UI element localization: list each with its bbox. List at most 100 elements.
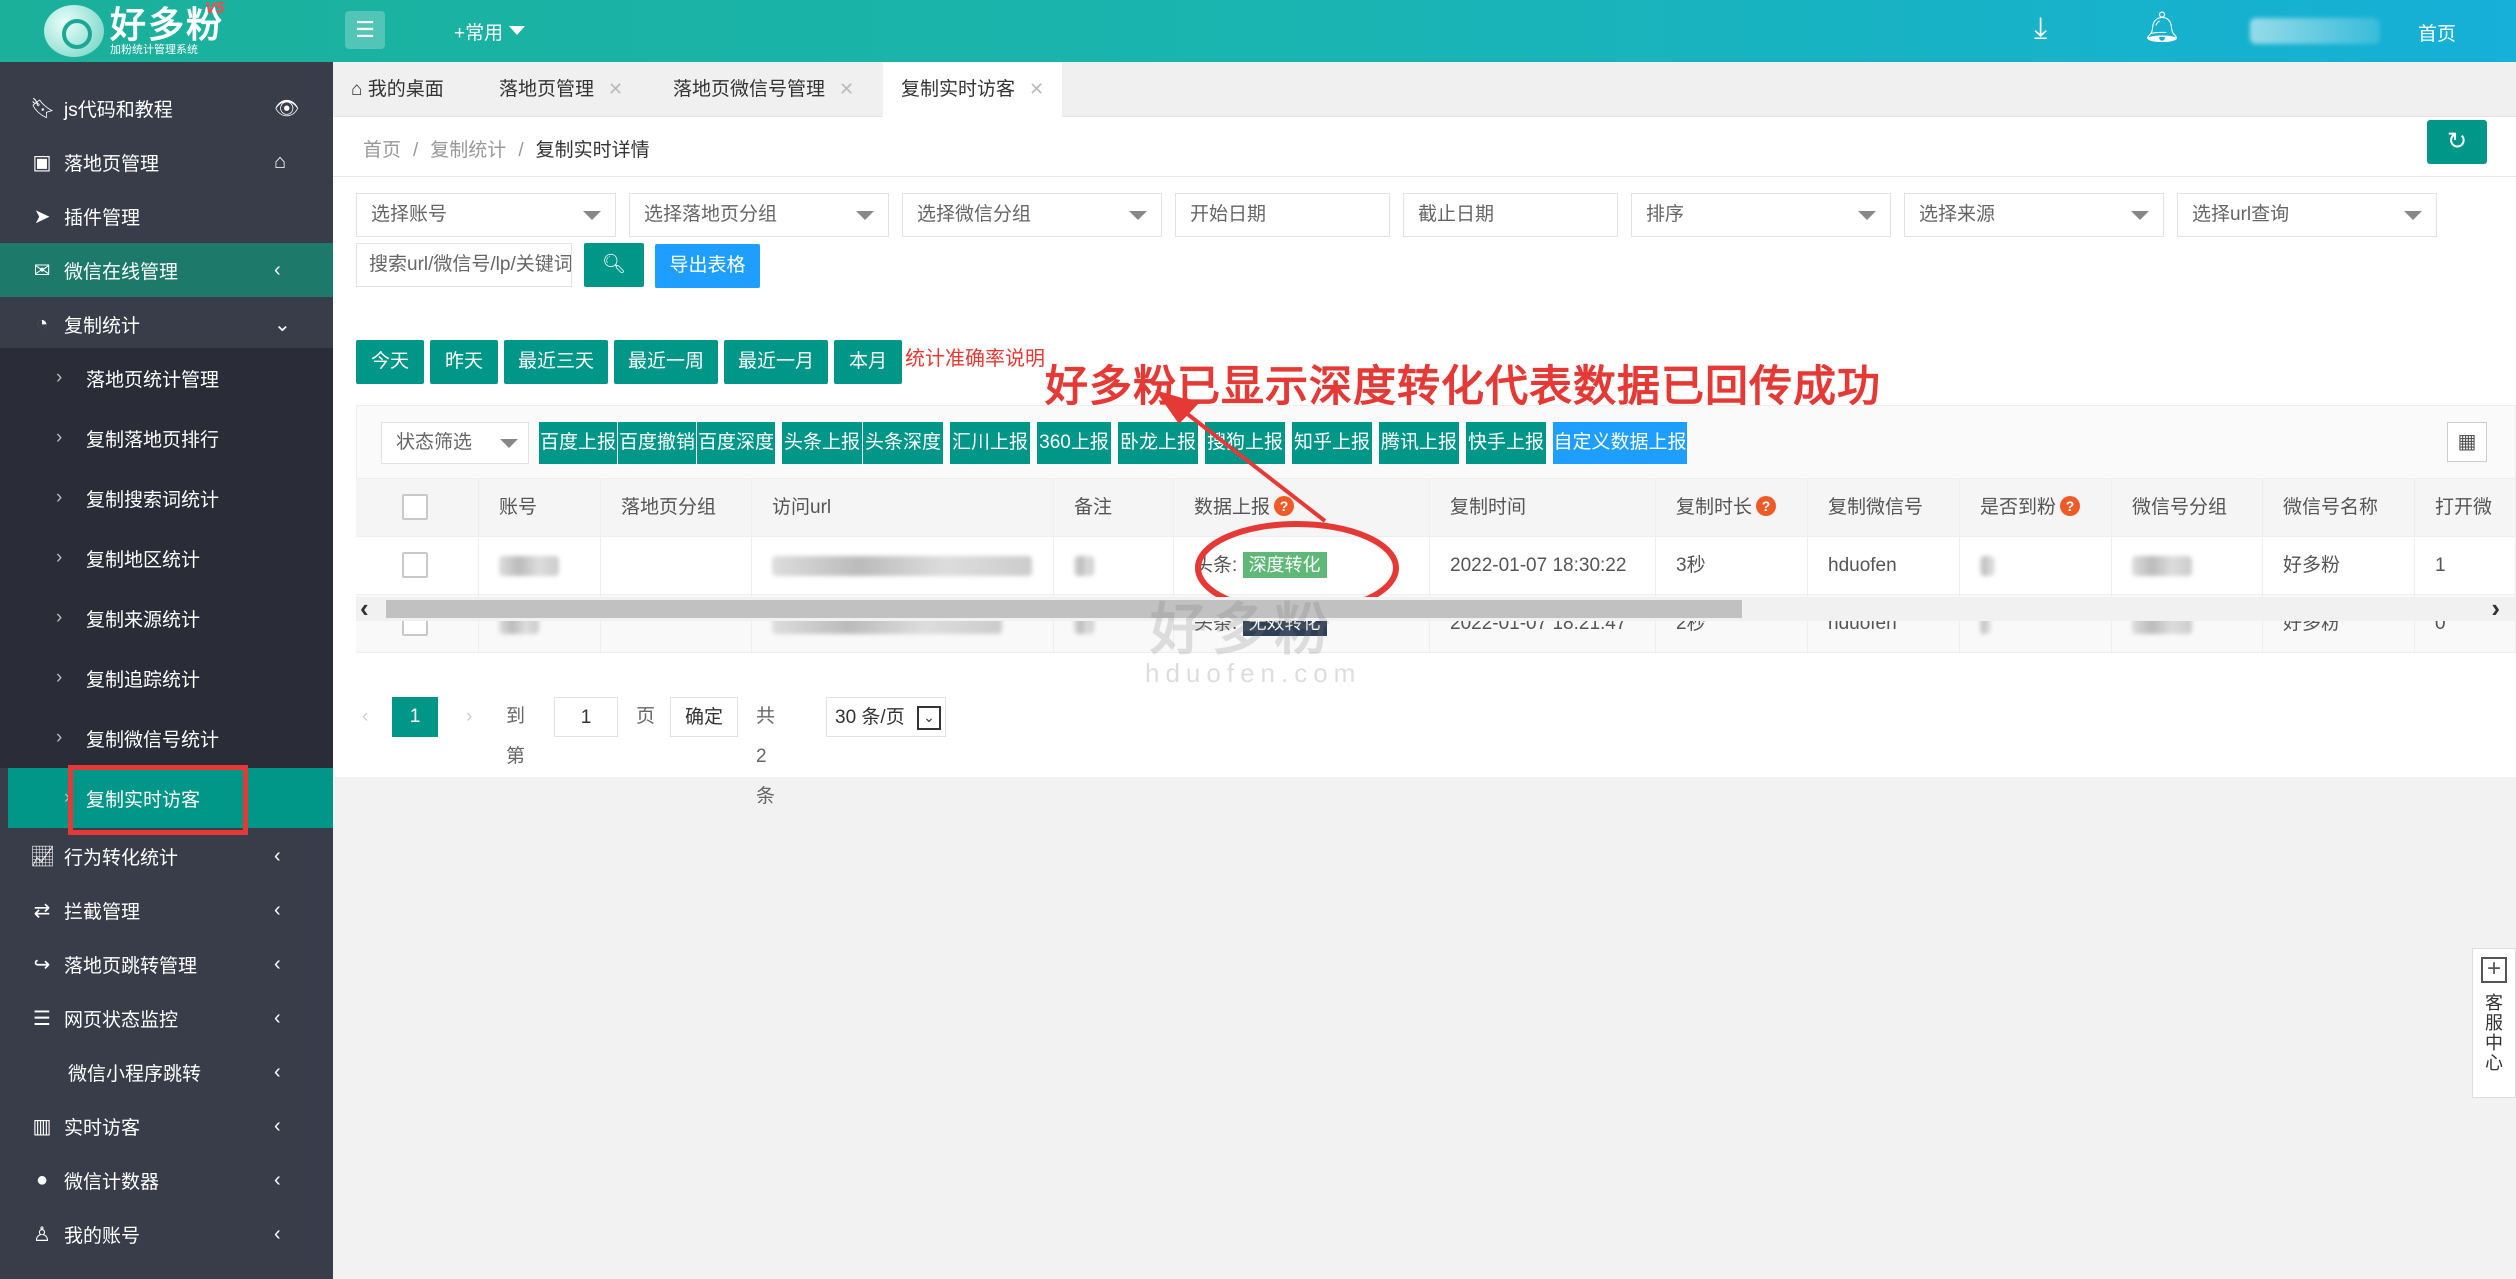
sidebar-item-counter[interactable]: ● 微信计数器 ‹ bbox=[0, 1153, 333, 1207]
sidebar-subitem-tracking[interactable]: › 复制追踪统计 bbox=[0, 648, 333, 708]
sidebar-item-copy-stats[interactable]: ◔ 复制统计 ⌄ bbox=[0, 297, 333, 351]
sidebar-item-monitor[interactable]: ☰ 网页状态监控 ‹ bbox=[0, 991, 333, 1045]
breadcrumb-copy-stats[interactable]: 复制统计 bbox=[430, 140, 506, 161]
sidebar-subitem-source[interactable]: › 复制来源统计 bbox=[0, 588, 333, 648]
prev-page-icon[interactable]: ‹ bbox=[362, 697, 368, 737]
row-select bbox=[356, 537, 479, 595]
sidebar-item-plugins[interactable]: ➤ 插件管理 bbox=[0, 189, 333, 243]
common-menu[interactable]: +常用 bbox=[454, 18, 526, 45]
blurred-value bbox=[1980, 555, 1994, 576]
bell-icon[interactable]: 🔔︎ bbox=[2143, 10, 2181, 45]
sidebar-subitem-search-words[interactable]: › 复制搜索词统计 bbox=[0, 468, 333, 528]
sidebar-subitem-landing-stats[interactable]: › 落地页统计管理 bbox=[0, 348, 333, 408]
help-icon[interactable]: ? bbox=[2060, 496, 2081, 516]
tab-realtime-visitors[interactable]: 复制实时访客 ✕ bbox=[883, 62, 1063, 117]
360-report-button[interactable]: 360上报 bbox=[1037, 422, 1111, 464]
help-icon[interactable]: ? bbox=[1756, 496, 1777, 516]
logo-mark-icon bbox=[44, 5, 104, 57]
help-icon[interactable]: ? bbox=[1274, 496, 1295, 516]
list-icon[interactable]: ☰ bbox=[345, 11, 385, 49]
sidebar-item-js-code[interactable]: 🔖︎ js代码和教程 👁︎ bbox=[0, 81, 333, 135]
customer-service-widget[interactable]: + 客服中心 bbox=[2472, 948, 2516, 1098]
scroll-left-icon[interactable]: ‹ bbox=[360, 593, 369, 624]
baidu-report-button[interactable]: 百度上报 bbox=[539, 422, 617, 464]
sidebar-subitem-wechat-stats[interactable]: › 复制微信号统计 bbox=[0, 708, 333, 768]
sidebar-item-realtime[interactable]: ▥ 实时访客 ‹ bbox=[0, 1099, 333, 1153]
sidebar-item-landing-pages[interactable]: ▣ 落地页管理 ⌂ bbox=[0, 135, 333, 189]
confirm-button[interactable]: 确定 bbox=[670, 697, 738, 737]
search-input[interactable]: 搜索url/微信号/lp/关键词 bbox=[356, 243, 572, 287]
close-icon[interactable]: ✕ bbox=[608, 79, 623, 99]
home-link[interactable]: 首页 bbox=[2418, 19, 2456, 46]
next-page-icon[interactable]: › bbox=[466, 697, 472, 737]
sidebar-subitem-label: 复制搜索词统计 bbox=[86, 489, 220, 511]
sidebar-item-behavior[interactable]: 📈︎ 行为转化统计 ‹ bbox=[0, 829, 333, 883]
wolong-report-button[interactable]: 卧龙上报 bbox=[1118, 422, 1198, 464]
this-month-button[interactable]: 本月 bbox=[834, 340, 902, 384]
zhihu-report-button[interactable]: 知乎上报 bbox=[1292, 422, 1372, 464]
last-month-button[interactable]: 最近一月 bbox=[724, 340, 828, 384]
landing-group-label: 选择落地页分组 bbox=[644, 204, 778, 225]
sidebar-item-miniprogram[interactable]: 微信小程序跳转 ‹ bbox=[0, 1045, 333, 1099]
tab-home[interactable]: ⌂ 我的桌面 bbox=[333, 62, 462, 117]
account-select[interactable]: 选择账号 bbox=[356, 193, 616, 237]
breadcrumb-home[interactable]: 首页 bbox=[363, 140, 401, 161]
kuaishou-report-button[interactable]: 快手上报 bbox=[1466, 422, 1546, 464]
sort-select[interactable]: 排序 bbox=[1631, 193, 1891, 237]
toutiao-report-button[interactable]: 头条上报 bbox=[782, 422, 862, 464]
caret-down-icon bbox=[2404, 211, 2422, 220]
tab-label: 落地页管理 bbox=[499, 79, 595, 100]
sidebar-subitem-landing-rank[interactable]: › 复制落地页排行 bbox=[0, 408, 333, 468]
close-icon[interactable]: ✕ bbox=[839, 79, 854, 99]
landing-group-select[interactable]: 选择落地页分组 bbox=[629, 193, 889, 237]
search-button[interactable]: 🔍︎ bbox=[584, 243, 644, 287]
tab-label: 复制实时访客 bbox=[901, 79, 1016, 100]
sidebar-item-wechat-online[interactable]: ✉ 微信在线管理 ‹ bbox=[0, 243, 333, 297]
user-name-blurred[interactable] bbox=[2250, 18, 2380, 44]
refresh-button[interactable]: ↻ bbox=[2427, 120, 2487, 164]
row-checkbox[interactable] bbox=[402, 552, 428, 578]
last-three-days-button[interactable]: 最近三天 bbox=[504, 340, 608, 384]
url-select[interactable]: 选择url查询 bbox=[2177, 193, 2437, 237]
horizontal-scrollbar[interactable]: ‹ › bbox=[356, 593, 2516, 623]
sidebar-item-intercept[interactable]: ⇄ 拦截管理 ‹ bbox=[0, 883, 333, 937]
page-size-select[interactable]: 30 条/页 ⌄ bbox=[826, 697, 946, 737]
chevron-left-icon: ‹ bbox=[274, 1168, 281, 1191]
sidebar-item-redirect[interactable]: ↪ 落地页跳转管理 ‹ bbox=[0, 937, 333, 991]
export-button[interactable]: 导出表格 bbox=[655, 244, 760, 288]
column-toggle-icon[interactable]: ▦ bbox=[2447, 422, 2487, 462]
cell-copy-time: 2022-01-07 18:30:22 bbox=[1430, 537, 1656, 595]
scrollbar-thumb[interactable] bbox=[386, 600, 1742, 618]
download-icon[interactable]: ⤓ bbox=[2034, 12, 2047, 46]
breadcrumb: 首页 / 复制统计 / 复制实时详情 bbox=[363, 135, 650, 162]
sidebar-item-account[interactable]: ♙ 我的账号 ‹ bbox=[0, 1207, 333, 1261]
end-date-input[interactable]: 截止日期 bbox=[1403, 193, 1618, 237]
start-date-input[interactable]: 开始日期 bbox=[1175, 193, 1390, 237]
sidebar-subitem-region[interactable]: › 复制地区统计 bbox=[0, 528, 333, 588]
tencent-report-button[interactable]: 腾讯上报 bbox=[1379, 422, 1459, 464]
wechat-group-select[interactable]: 选择微信分组 bbox=[902, 193, 1162, 237]
close-icon[interactable]: ✕ bbox=[1029, 79, 1044, 99]
page-input[interactable]: 1 bbox=[554, 697, 618, 737]
page-current[interactable]: 1 bbox=[392, 697, 438, 737]
today-button[interactable]: 今天 bbox=[356, 340, 424, 384]
baidu-deep-button[interactable]: 百度深度 bbox=[697, 422, 775, 464]
tab-landing-wechat[interactable]: 落地页微信号管理 ✕ bbox=[655, 62, 872, 117]
tab-landing-pages[interactable]: 落地页管理 ✕ bbox=[481, 62, 641, 117]
logo[interactable]: 好多粉 加粉统计管理系统 V5 bbox=[0, 0, 333, 62]
toutiao-deep-button[interactable]: 头条深度 bbox=[863, 422, 943, 464]
chevron-right-icon: › bbox=[56, 547, 63, 568]
select-all-checkbox[interactable] bbox=[402, 494, 428, 520]
sidebar: 🔖︎ js代码和教程 👁︎ ▣ 落地页管理 ⌂ ➤ 插件管理 ✉ 微信在线管理 ‹ ◔ 复制统计… bbox=[0, 62, 333, 1279]
logo-subtitle: 加粉统计管理系统 bbox=[110, 44, 198, 56]
header-select bbox=[356, 479, 479, 537]
custom-report-button[interactable]: 自定义数据上报 bbox=[1553, 422, 1687, 464]
last-week-button[interactable]: 最近一周 bbox=[614, 340, 718, 384]
status-filter-select[interactable]: 状态筛选 bbox=[381, 422, 529, 464]
source-select[interactable]: 选择来源 bbox=[1904, 193, 2164, 237]
baidu-revoke-button[interactable]: 百度撤销 bbox=[618, 422, 696, 464]
huichuan-report-button[interactable]: 汇川上报 bbox=[950, 422, 1030, 464]
accuracy-note-link[interactable]: 统计准确率说明 bbox=[905, 342, 1045, 371]
yesterday-button[interactable]: 昨天 bbox=[430, 340, 498, 384]
scroll-right-icon[interactable]: › bbox=[2491, 593, 2500, 624]
